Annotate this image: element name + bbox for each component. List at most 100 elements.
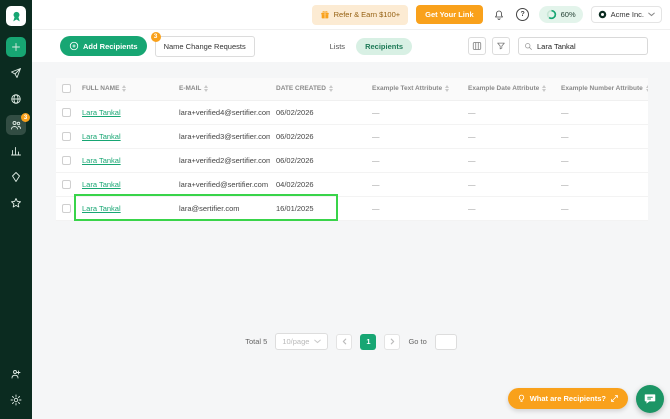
col-email-label: E-MAIL [179, 85, 202, 93]
col-full-name[interactable]: FULL NAME [76, 78, 173, 101]
org-name: Acme Inc. [610, 10, 644, 19]
page-number-current[interactable]: 1 [360, 333, 377, 350]
sidebar-item-send[interactable] [6, 63, 26, 83]
search-input[interactable] [537, 41, 642, 51]
top-header: Refer & Earn $100+ Get Your Link ? 60% A… [32, 0, 670, 30]
usage-progress-pill[interactable]: 60% [538, 6, 583, 23]
recipient-name-link[interactable]: Lara Tankal [82, 132, 121, 141]
add-new-button[interactable] [6, 37, 26, 57]
table-row: Lara Tankal lara+verified2@sertifier.com… [56, 148, 648, 173]
what-are-recipients-button[interactable]: What are Recipients? [507, 388, 628, 409]
filter-button[interactable] [492, 37, 510, 55]
sort-icon[interactable] [328, 85, 333, 93]
recipient-name-link[interactable]: Lara Tankal [82, 204, 121, 213]
recipient-date: 06/02/2026 [270, 100, 366, 125]
diamond-icon [12, 172, 20, 182]
recipient-date: 16/01/2025 [270, 196, 366, 221]
col-email[interactable]: E-MAIL [173, 78, 270, 101]
get-your-link-button[interactable]: Get Your Link [416, 5, 483, 24]
recipient-name-link[interactable]: Lara Tankal [82, 156, 121, 165]
sort-icon[interactable] [445, 85, 450, 93]
col-date-attribute[interactable]: Example Date Attribute [462, 78, 555, 101]
row-checkbox[interactable] [62, 203, 71, 213]
recipient-email: lara+verified4@sertifier.com [173, 100, 270, 125]
filter-icon [497, 42, 505, 50]
sidebar: 3 [0, 0, 32, 419]
row-checkbox[interactable] [62, 179, 71, 189]
tab-lists[interactable]: Lists [323, 38, 352, 55]
table-row: Lara Tankal lara+verified4@sertifier.com… [56, 100, 648, 125]
search-icon [525, 42, 532, 50]
organization-selector[interactable]: Acme Inc. [590, 6, 662, 23]
sort-icon[interactable] [645, 85, 648, 93]
chevron-left-icon [342, 338, 347, 345]
add-recipients-button[interactable]: Add Recipients [60, 36, 147, 56]
sidebar-item-analytics[interactable] [6, 141, 26, 161]
usage-percent: 60% [560, 10, 576, 19]
columns-settings-button[interactable] [468, 37, 486, 55]
columns-icon [472, 42, 482, 50]
row-checkbox[interactable] [62, 155, 71, 165]
table-header-row: FULL NAME E-MAIL DATE CREATED Example Te… [56, 78, 648, 101]
gear-icon [10, 394, 22, 406]
sidebar-item-credentials[interactable] [6, 167, 26, 187]
date-attribute-value: — [462, 100, 555, 125]
table-row: Lara Tankal lara@sertifier.com 16/01/202… [56, 196, 648, 221]
refer-earn-button[interactable]: Refer & Earn $100+ [311, 4, 409, 25]
recipient-email: lara+verified2@sertifier.com [173, 148, 270, 173]
sort-icon[interactable] [542, 85, 547, 93]
expand-icon [611, 395, 618, 402]
chat-launcher-button[interactable] [636, 385, 664, 413]
gift-icon [320, 10, 329, 18]
sort-icon[interactable] [204, 85, 209, 93]
date-attribute-value: — [462, 172, 555, 197]
table-row: Lara Tankal lara+verified@sertifier.com … [56, 172, 648, 197]
logo-icon [12, 11, 20, 21]
invite-user-icon [11, 370, 21, 379]
sidebar-item-favorites[interactable] [6, 193, 26, 213]
sort-icon[interactable] [122, 85, 127, 93]
sidebar-item-recipients[interactable]: 3 [6, 113, 30, 135]
number-attribute-value: — [555, 148, 648, 173]
recipient-name-link[interactable]: Lara Tankal [82, 108, 121, 117]
table-row: Lara Tankal lara+verified3@sertifier.com… [56, 124, 648, 149]
app-logo[interactable] [6, 6, 26, 26]
recipient-email: lara+verified@sertifier.com [173, 172, 270, 197]
recipient-email: lara@sertifier.com [173, 196, 270, 221]
refer-earn-label: Refer & Earn $100+ [333, 10, 401, 19]
globe-icon [11, 94, 21, 104]
name-change-requests-button[interactable]: 3 Name Change Requests [150, 31, 255, 57]
number-attribute-value: — [555, 100, 648, 125]
send-icon [11, 68, 21, 78]
sidebar-item-settings[interactable] [6, 390, 26, 410]
next-page-button[interactable] [384, 333, 401, 350]
help-button[interactable]: ? [515, 7, 531, 23]
name-change-label: Name Change Requests [163, 41, 246, 51]
what-are-recipients-label: What are Recipients? [529, 394, 606, 403]
row-checkbox[interactable] [62, 107, 71, 117]
select-all-checkbox[interactable] [62, 84, 71, 94]
text-attribute-value: — [366, 172, 462, 197]
page-size-select[interactable]: 10/page [275, 333, 329, 350]
row-checkbox[interactable] [62, 131, 71, 141]
recipients-toolbar: Add Recipients 3 Name Change Requests Li… [32, 30, 670, 62]
col-text-attribute[interactable]: Example Text Attribute [366, 78, 462, 101]
name-change-badge: 3 [150, 31, 161, 42]
prev-page-button[interactable] [336, 333, 353, 350]
text-attribute-value: — [366, 100, 462, 125]
goto-page-input[interactable] [434, 333, 457, 350]
recipient-email: lara+verified3@sertifier.com [173, 124, 270, 149]
org-logo [598, 10, 606, 19]
add-recipients-label: Add Recipients [83, 41, 138, 51]
col-number-attribute[interactable]: Example Number Attribute [555, 78, 648, 101]
notifications-button[interactable] [491, 7, 507, 23]
col-date-created[interactable]: DATE CREATED [270, 78, 366, 101]
recipient-name-link[interactable]: Lara Tankal [82, 180, 121, 189]
date-attribute-value: — [462, 196, 555, 221]
recipients-table: FULL NAME E-MAIL DATE CREATED Example Te… [56, 78, 648, 221]
col-text-attribute-label: Example Text Attribute [372, 85, 443, 93]
sidebar-item-invite[interactable] [6, 364, 26, 384]
tab-recipients[interactable]: Recipients [356, 37, 412, 55]
col-number-attribute-label: Example Number Attribute [561, 85, 643, 93]
sidebar-item-global[interactable] [6, 89, 26, 109]
